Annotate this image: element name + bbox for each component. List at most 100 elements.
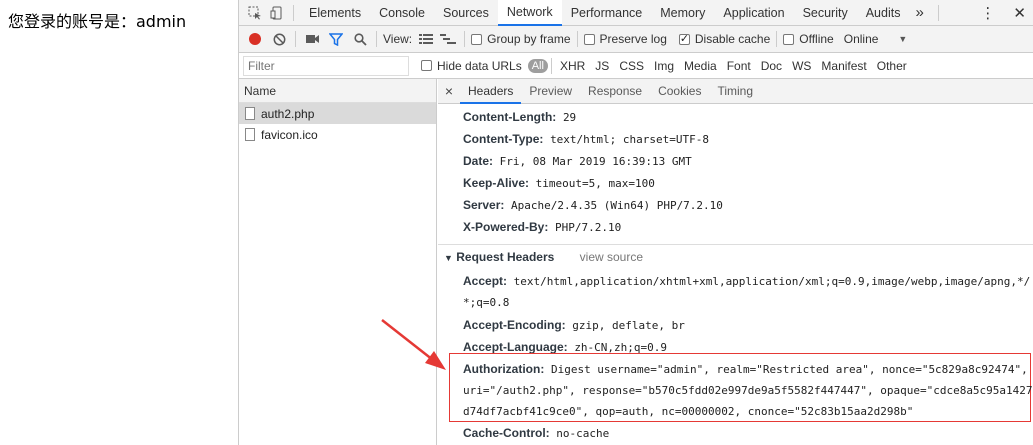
clear-icon[interactable] (269, 29, 289, 49)
triangle-down-icon: ▼ (444, 253, 453, 263)
checkbox-box (421, 60, 432, 71)
waterfall-overview-icon[interactable] (438, 29, 458, 49)
filter-type-font[interactable]: Font (722, 59, 756, 73)
header-name: Cache-Control: (463, 426, 550, 440)
toolbar-divider (376, 31, 377, 47)
disable-cache-label: Disable cache (694, 32, 771, 46)
filter-type-ws[interactable]: WS (787, 59, 816, 73)
name-column-header[interactable]: Name (239, 79, 436, 103)
page-viewport: 您登录的账号是：admin (0, 0, 238, 445)
header-value: timeout=5, max=100 (535, 177, 655, 190)
request-header-continuation: d74df7acbf41c9ce0", qop=auth, nc=0000000… (463, 405, 913, 418)
tab-application[interactable]: Application (714, 0, 793, 26)
checkbox-box (583, 33, 595, 45)
toolbar-divider (293, 4, 294, 21)
tab-timing[interactable]: Timing (709, 79, 761, 104)
large-rows-icon[interactable] (416, 29, 436, 49)
toolbar-divider (550, 57, 552, 74)
offline-checkbox[interactable]: Offline (783, 32, 834, 46)
filter-type-img[interactable]: Img (649, 59, 679, 73)
header-name: Accept-Encoding: (463, 318, 566, 332)
response-header-row: Server: Apache/2.4.35 (Win64) PHP/7.2.10 (463, 198, 723, 212)
close-details-icon[interactable]: × (438, 83, 460, 99)
toolbar-divider (576, 31, 578, 47)
filter-type-js[interactable]: JS (590, 59, 614, 73)
filter-type-doc[interactable]: Doc (756, 59, 787, 73)
request-headers-section-title[interactable]: ▼ Request Headers view source (444, 250, 643, 264)
request-name: auth2.php (261, 106, 315, 121)
header-value: *;q=0.8 (463, 296, 510, 309)
tab-response[interactable]: Response (580, 79, 650, 104)
header-name: Content-Length: (463, 110, 557, 124)
device-toolbar-icon[interactable] (267, 3, 287, 23)
header-name: Content-Type: (463, 132, 544, 146)
tab-elements[interactable]: Elements (300, 0, 370, 26)
request-header-row: Accept-Language: zh-CN,zh;q=0.9 (463, 340, 667, 354)
chevron-down-icon[interactable]: ▼ (898, 34, 907, 44)
hide-data-urls-checkbox[interactable]: Hide data URLs (421, 59, 522, 73)
header-name: Accept-Language: (463, 340, 568, 354)
group-by-frame-checkbox[interactable]: Group by frame (471, 32, 571, 46)
header-value: text/html; charset=UTF-8 (550, 133, 710, 146)
checkbox-box (783, 33, 795, 45)
request-header-continuation: uri="/auth2.php", response="b570c5fdd02e… (463, 384, 1033, 397)
request-header-continuation: *;q=0.8 (463, 296, 509, 309)
tab-memory[interactable]: Memory (651, 0, 714, 26)
header-value: Fri, 08 Mar 2019 16:39:13 GMT (499, 155, 692, 168)
filter-type-css[interactable]: CSS (614, 59, 649, 73)
checkbox-box (678, 32, 690, 45)
filter-type-media[interactable]: Media (679, 59, 722, 73)
request-header-row: Authorization: Digest username="admin", … (463, 362, 1028, 376)
tab-network[interactable]: Network (497, 0, 562, 26)
filter-type-manifest[interactable]: Manifest (816, 59, 871, 73)
tab-console[interactable]: Console (370, 0, 434, 26)
header-name: Server: (463, 198, 505, 212)
close-devtools-icon[interactable]: ✕ (1013, 4, 1026, 22)
toolbar-divider (295, 31, 296, 47)
tab-cookies[interactable]: Cookies (650, 79, 709, 104)
tab-preview[interactable]: Preview (521, 79, 580, 104)
request-header-row: Cache-Control: no-cache (463, 426, 609, 440)
header-name: Date: (463, 154, 494, 168)
header-name: Accept: (463, 274, 508, 288)
header-name: Keep-Alive: (463, 176, 530, 190)
tab-performance[interactable]: Performance (562, 0, 652, 26)
preserve-log-checkbox[interactable]: Preserve log (583, 32, 667, 46)
network-toolbar: View: Group by frame Preserve log Disabl… (239, 26, 1033, 53)
login-status-text: 您登录的账号是：admin (8, 12, 187, 31)
request-name: favicon.ico (261, 127, 318, 142)
header-name: X-Powered-By: (463, 220, 549, 234)
throttling-select[interactable]: Online (844, 32, 879, 46)
filter-funnel-icon[interactable] (326, 29, 346, 49)
record-icon[interactable] (249, 33, 261, 45)
section-divider (438, 244, 1033, 245)
customize-menu-icon[interactable]: ⋮ (980, 4, 995, 22)
view-label: View: (383, 32, 413, 46)
filter-type-xhr[interactable]: XHR (555, 59, 590, 73)
header-value: d74df7acbf41c9ce0", qop=auth, nc=0000000… (463, 405, 914, 418)
view-source-link[interactable]: view source (580, 250, 643, 264)
header-value: Apache/2.4.35 (Win64) PHP/7.2.10 (511, 199, 723, 212)
header-name: Authorization: (463, 362, 545, 376)
toolbar-divider (776, 31, 778, 47)
tab-sources[interactable]: Sources (434, 0, 498, 26)
search-icon[interactable] (350, 29, 370, 49)
filter-input[interactable] (243, 55, 409, 76)
request-row-auth2[interactable]: auth2.php (239, 103, 436, 124)
tab-security[interactable]: Security (794, 0, 857, 26)
request-header-row: Accept: text/html,application/xhtml+xml,… (463, 274, 1030, 288)
disable-cache-checkbox[interactable]: Disable cache (678, 32, 771, 46)
filter-type-all[interactable]: All (527, 58, 548, 73)
more-tabs-icon[interactable]: » (915, 4, 923, 21)
document-icon (245, 107, 255, 120)
request-row-favicon[interactable]: favicon.ico (239, 124, 436, 145)
filter-type-other[interactable]: Other (872, 59, 912, 73)
screenshot-camera-icon[interactable] (302, 29, 322, 49)
hide-data-urls-label: Hide data URLs (437, 58, 522, 73)
header-value: Digest username="admin", realm="Restrict… (550, 363, 1028, 376)
inspect-element-icon[interactable] (245, 3, 265, 23)
devtools-panel: Elements Console Sources Network Perform… (238, 0, 1033, 445)
group-by-frame-label: Group by frame (487, 32, 571, 46)
tab-headers[interactable]: Headers (460, 79, 522, 104)
tab-audits[interactable]: Audits (857, 0, 910, 26)
